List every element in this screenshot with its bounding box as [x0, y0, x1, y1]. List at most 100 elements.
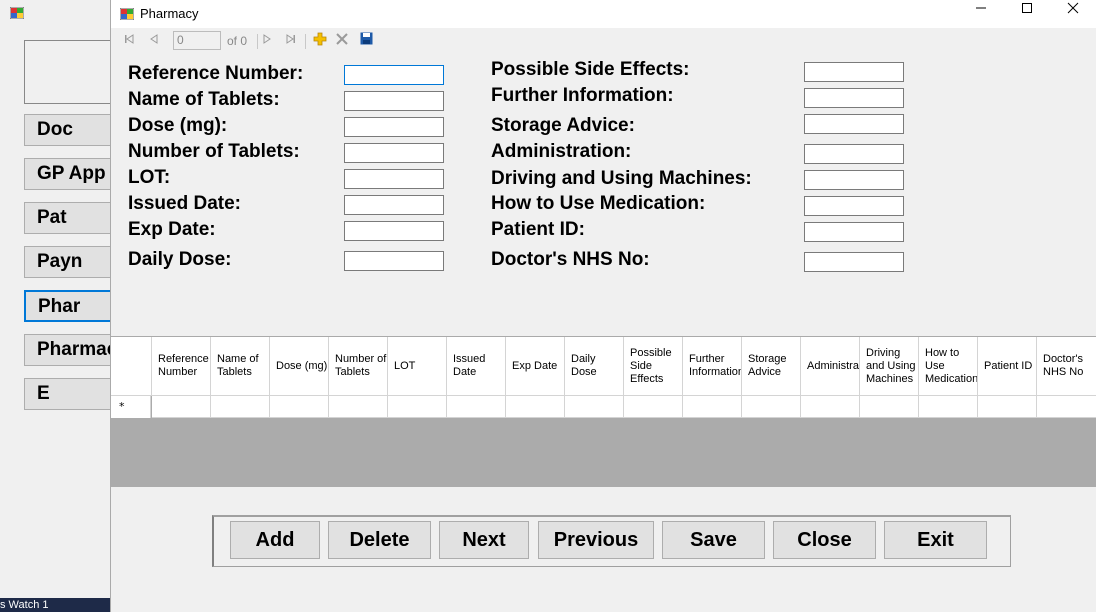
how-to-use-medication-label: How to Use Medication: [491, 193, 706, 214]
column-header-reference-number[interactable]: Reference Number [152, 337, 211, 396]
move-next-icon[interactable] [258, 32, 276, 50]
driving-and-using-machines-label: Driving and Using Machines: [491, 168, 752, 189]
column-header-number-of-tablets[interactable]: Number of Tablets [329, 337, 388, 396]
grid-cell[interactable] [388, 396, 447, 418]
app-icon [119, 7, 135, 25]
column-header-daily-dose[interactable]: Daily Dose [565, 337, 624, 396]
app-icon [9, 6, 25, 24]
binding-navigator: 0 of 0 [111, 28, 1096, 54]
window-title: Pharmacy [140, 6, 199, 21]
column-header-possible-side-effects[interactable]: Possible Side Effects [624, 337, 683, 396]
delete-icon[interactable] [333, 32, 351, 50]
background-button-exit[interactable]: E [24, 378, 124, 410]
record-count-label: of 0 [227, 34, 248, 48]
add-button[interactable]: Add [230, 521, 320, 559]
pharmacy-data-grid[interactable]: Reference Number Name of Tablets Dose (m… [111, 336, 1096, 487]
move-last-icon[interactable] [282, 32, 300, 50]
add-new-icon[interactable] [311, 32, 329, 50]
dose-label: Dose (mg): [128, 115, 228, 136]
delete-button[interactable]: Delete [328, 521, 431, 559]
column-header-further-information[interactable]: Further Information [683, 337, 742, 396]
grid-cell[interactable] [683, 396, 742, 418]
patient-id-field[interactable] [804, 222, 904, 242]
further-information-label: Further Information: [491, 85, 674, 106]
reference-number-field[interactable] [344, 65, 444, 85]
grid-cell[interactable] [329, 396, 388, 418]
how-to-use-medication-field[interactable] [804, 196, 904, 216]
grid-cell[interactable] [742, 396, 801, 418]
grid-cell[interactable] [860, 396, 919, 418]
move-first-icon[interactable] [120, 32, 138, 50]
grid-cell[interactable] [447, 396, 506, 418]
grid-cell[interactable] [152, 396, 211, 418]
exit-button[interactable]: Exit [884, 521, 987, 559]
background-button-payment[interactable]: Payn [24, 246, 124, 278]
maximize-button[interactable] [1004, 0, 1050, 28]
grid-cell[interactable] [919, 396, 978, 418]
background-button-pharmacy[interactable]: Phar [24, 290, 124, 322]
dose-field[interactable] [344, 117, 444, 137]
column-header-driving-and-using-machines[interactable]: Driving and Using Machines [860, 337, 919, 396]
background-button-patient[interactable]: Pat [24, 202, 124, 234]
column-header-lot[interactable]: LOT [388, 337, 447, 396]
column-header-dose[interactable]: Dose (mg) [270, 337, 329, 396]
grid-cell[interactable] [801, 396, 860, 418]
background-window: Doc GP App Pat Payn Phar Pharmac E [0, 0, 126, 500]
minimize-button[interactable] [958, 0, 1004, 28]
move-previous-icon[interactable] [145, 32, 163, 50]
lot-field[interactable] [344, 169, 444, 189]
save-icon[interactable] [357, 32, 375, 50]
administration-label: Administration: [491, 141, 632, 162]
maximize-icon [1022, 3, 1032, 13]
administration-field[interactable] [804, 144, 904, 164]
issued-date-field[interactable] [344, 195, 444, 215]
column-header-doctors-nhs-no[interactable]: Doctor's NHS No [1037, 337, 1096, 396]
possible-side-effects-field[interactable] [804, 62, 904, 82]
further-information-field[interactable] [804, 88, 904, 108]
minimize-icon [976, 7, 986, 9]
close-window-button[interactable] [1050, 0, 1096, 28]
name-of-tablets-label: Name of Tablets: [128, 89, 280, 110]
reference-number-label: Reference Number: [128, 63, 304, 84]
desktop-area [0, 500, 112, 600]
close-icon [1067, 2, 1079, 14]
number-of-tablets-field[interactable] [344, 143, 444, 163]
background-button-doctor[interactable]: Doc [24, 114, 124, 146]
column-header-how-to-use-medication[interactable]: How to Use Medication [919, 337, 978, 396]
name-of-tablets-field[interactable] [344, 91, 444, 111]
lot-label: LOT: [128, 167, 171, 188]
close-button[interactable]: Close [773, 521, 876, 559]
driving-and-using-machines-field[interactable] [804, 170, 904, 190]
column-header-administration[interactable]: Administration [801, 337, 860, 396]
save-button[interactable]: Save [662, 521, 765, 559]
issued-date-label: Issued Date: [128, 193, 241, 214]
exp-date-field[interactable] [344, 221, 444, 241]
grid-cell[interactable] [624, 396, 683, 418]
column-header-patient-id[interactable]: Patient ID [978, 337, 1037, 396]
background-button-gp-appointment[interactable]: GP App [24, 158, 124, 190]
grid-cell[interactable] [506, 396, 565, 418]
grid-cell[interactable] [211, 396, 270, 418]
taskbar-strip: s Watch 1 [0, 598, 112, 612]
separator [305, 34, 306, 49]
column-header-exp-date[interactable]: Exp Date [506, 337, 565, 396]
number-of-tablets-label: Number of Tablets: [128, 141, 300, 162]
storage-advice-label: Storage Advice: [491, 115, 635, 136]
column-header-storage-advice[interactable]: Storage Advice [742, 337, 801, 396]
grid-cell[interactable] [565, 396, 624, 418]
next-button[interactable]: Next [439, 521, 529, 559]
grid-cell[interactable] [978, 396, 1037, 418]
column-header-issued-date[interactable]: Issued Date [447, 337, 506, 396]
grid-corner-header[interactable] [111, 337, 152, 396]
doctors-nhs-no-field[interactable] [804, 252, 904, 272]
grid-cell[interactable] [1037, 396, 1096, 418]
grid-cell[interactable] [270, 396, 329, 418]
daily-dose-field[interactable] [344, 251, 444, 271]
exp-date-label: Exp Date: [128, 219, 216, 240]
position-textbox[interactable]: 0 [173, 31, 221, 50]
background-button-pharmacy-2[interactable]: Pharmac [24, 334, 124, 366]
new-row-header[interactable]: * [111, 396, 151, 418]
column-header-name-of-tablets[interactable]: Name of Tablets [211, 337, 270, 396]
storage-advice-field[interactable] [804, 114, 904, 134]
previous-button[interactable]: Previous [538, 521, 654, 559]
